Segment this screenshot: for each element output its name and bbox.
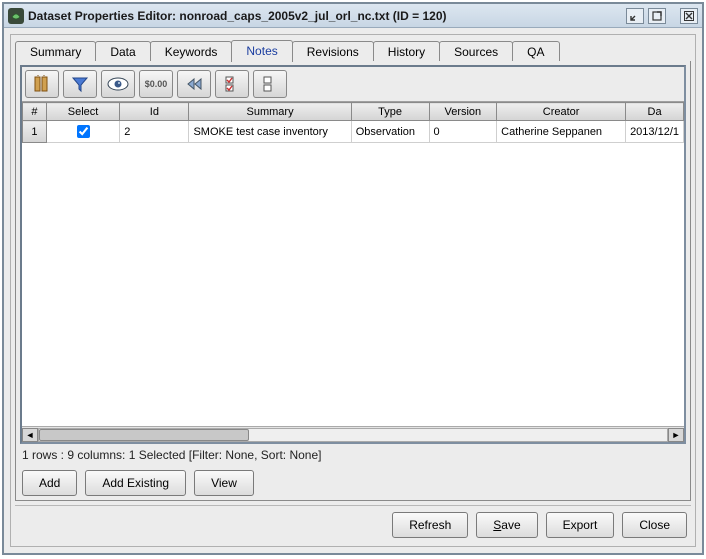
row-select-checkbox[interactable] [77,125,90,138]
date-cell: 2013/12/1 [626,121,684,143]
tabs-row: Summary Data Keywords Notes Revisions Hi… [15,39,691,61]
footer-button-row: Refresh Save Export Close [15,505,691,540]
tab-summary[interactable]: Summary [15,41,96,61]
notes-action-row: Add Add Existing View [20,466,686,496]
window-title: Dataset Properties Editor: nonroad_caps_… [28,9,447,23]
maximize-button[interactable] [648,8,666,24]
save-button[interactable]: Save [476,512,537,538]
row-number-cell: 1 [23,121,47,143]
col-rownum[interactable]: # [23,103,47,121]
table-row[interactable]: 1 2 SMOKE test case inventory Observatio… [23,121,684,143]
notes-table-panel: $0.00 [20,65,686,444]
tab-qa[interactable]: QA [512,41,559,61]
notes-table-wrap: # Select Id Summary Type Version Creator… [22,102,684,426]
editor-panel: Summary Data Keywords Notes Revisions Hi… [10,34,696,547]
tab-notes[interactable]: Notes [231,40,292,62]
close-window-button[interactable] [680,8,698,24]
window-frame: Dataset Properties Editor: nonroad_caps_… [2,2,704,555]
close-button[interactable]: Close [622,512,687,538]
col-type[interactable]: Type [351,103,429,121]
view-button-icon[interactable] [101,70,135,98]
add-existing-button[interactable]: Add Existing [85,470,186,496]
minimize-button[interactable] [626,8,644,24]
col-version[interactable]: Version [429,103,497,121]
scroll-left-arrow[interactable]: ◄ [22,428,38,442]
columns-button[interactable] [25,70,59,98]
col-id[interactable]: Id [120,103,189,121]
add-button[interactable]: Add [22,470,77,496]
first-page-button[interactable] [177,70,211,98]
notes-table: # Select Id Summary Type Version Creator… [22,102,684,143]
col-summary[interactable]: Summary [189,103,351,121]
app-icon [8,8,24,24]
id-cell: 2 [120,121,189,143]
select-all-button[interactable] [215,70,249,98]
scroll-thumb[interactable] [39,429,249,441]
table-toolbar: $0.00 [22,67,684,102]
tab-keywords[interactable]: Keywords [150,41,233,61]
creator-cell: Catherine Seppanen [497,121,626,143]
tab-history[interactable]: History [373,41,440,61]
select-cell[interactable] [46,121,119,143]
tab-data[interactable]: Data [95,41,150,61]
tab-revisions[interactable]: Revisions [292,41,374,61]
table-header-row: # Select Id Summary Type Version Creator… [23,103,684,121]
col-creator[interactable]: Creator [497,103,626,121]
tab-content-notes: $0.00 [15,61,691,501]
refresh-button[interactable]: Refresh [392,512,468,538]
filter-button[interactable] [63,70,97,98]
type-cell: Observation [351,121,429,143]
version-cell: 0 [429,121,497,143]
deselect-all-button[interactable] [253,70,287,98]
title-bar: Dataset Properties Editor: nonroad_caps_… [4,4,702,28]
summary-cell: SMOKE test case inventory [189,121,351,143]
tab-sources[interactable]: Sources [439,41,513,61]
view-note-button[interactable]: View [194,470,254,496]
export-button[interactable]: Export [546,512,615,538]
col-date[interactable]: Da [626,103,684,121]
horizontal-scrollbar[interactable]: ◄ ► [22,426,684,442]
table-status-text: 1 rows : 9 columns: 1 Selected [Filter: … [20,444,686,466]
scroll-right-arrow[interactable]: ► [668,428,684,442]
format-button[interactable]: $0.00 [139,70,173,98]
scroll-track[interactable] [38,428,668,442]
col-select[interactable]: Select [46,103,119,121]
